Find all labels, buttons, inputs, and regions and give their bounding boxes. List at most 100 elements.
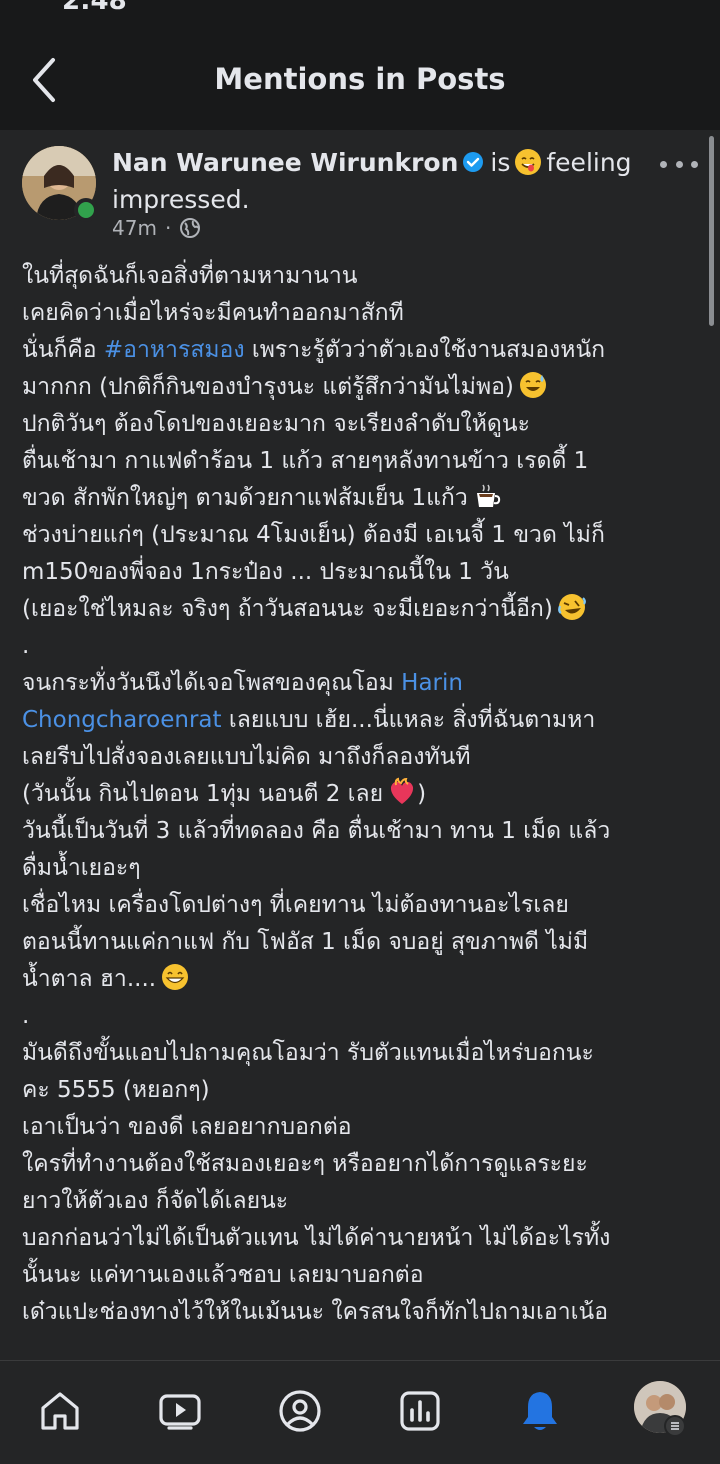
bottom-navigation xyxy=(0,1360,720,1464)
post-text: คะ 5555 (หยอกๆ) xyxy=(22,1077,210,1103)
menu-badge-icon xyxy=(664,1415,686,1437)
post-line: ตื่นเช้ามา กาแฟดำร้อน 1 แก้ว สายๆหลังทาน… xyxy=(22,443,692,480)
post-text: เลยแบบ เฮ้ย...นี่แหละ สิ่งที่ฉันตามหา xyxy=(221,707,596,733)
post-text: นั้นนะ แค่ทานเองแล้วชอบ เลยมาบอกต่อ xyxy=(22,1262,424,1288)
app-root: 2:48 Mentions in Posts Nan Warunee Wirun… xyxy=(0,0,720,1464)
post-line: Chongcharoenrat เลยแบบ เฮ้ย...นี่แหละ สิ… xyxy=(22,702,692,739)
post-card: Nan Warunee Wirunkron is feeling impressed… xyxy=(0,130,720,1360)
globe-icon xyxy=(180,218,201,238)
coffee-emoji-icon xyxy=(476,484,500,507)
heart-fire-emoji-icon xyxy=(391,777,414,804)
post-text: จนกระทั่งวันนึงได้เจอโพสของคุณโอม xyxy=(22,670,402,696)
post-line: ยาวให้ตัวเอง ก็จัดได้เลยนะ xyxy=(22,1183,692,1220)
post-line: เลยรีบไปสั่งจองเลยแบบไม่คิด มาถึงก็ลองทั… xyxy=(22,739,692,776)
post-line: ช่วงบ่ายแก่ๆ (ประมาณ 4โมงเย็น) ต้องมี เอ… xyxy=(22,517,692,554)
post-text: น้ำตาล ฮา.... xyxy=(22,966,157,992)
post-line: เชื่อไหม เครื่องโดปต่างๆ ที่เคยทาน ไม่ต้… xyxy=(22,887,692,924)
feeling-emoji-icon xyxy=(515,149,542,175)
post-line: น้ำตาล ฮา.... xyxy=(22,961,692,998)
post-text: ปกติวันๆ ต้องโดปของเยอะมาก จะเรียงลำดับใ… xyxy=(22,411,530,437)
post-text: เด๋วแปะช่องทางไว้ให้ในเม้นนะ ใครสนใจก็ทั… xyxy=(22,1299,609,1325)
post-line: นั้นนะ แค่ทานเองแล้วชอบ เลยมาบอกต่อ xyxy=(22,1257,692,1294)
post-text: มันดีถึงขั้นแอบไปถามคุณโอมว่า รับตัวแทนเ… xyxy=(22,1040,594,1066)
post-line: ดื่มน้ำเยอะๆ xyxy=(22,850,692,887)
post-text: นั่นก็คือ xyxy=(22,337,104,363)
hamburger-icon xyxy=(671,1422,679,1430)
feeling-text: feeling xyxy=(546,148,632,177)
nav-home[interactable] xyxy=(36,1387,84,1435)
post-text: เอาเป็นว่า ของดี เลยอยากบอกต่อ xyxy=(22,1114,352,1140)
hashtag-link[interactable]: #อาหารสมอง xyxy=(104,337,245,363)
more-options-button[interactable] xyxy=(660,154,698,174)
post-text: m150ของพี่จอง 1กระป๋อง ... ประมาณนี้ใน 1… xyxy=(22,559,509,585)
post-line: เอาเป็นว่า ของดี เลยอยากบอกต่อ xyxy=(22,1109,692,1146)
more-dot xyxy=(675,160,683,168)
post-text: (วันนั้น กินไปตอน 1ทุ่ม นอนตี 2 เลย xyxy=(22,781,384,807)
post-line: นั่นก็คือ #อาหารสมอง เพราะรู้ตัวว่าตัวเอ… xyxy=(22,332,692,369)
rofl-emoji-icon xyxy=(557,594,586,620)
top-header: Mentions in Posts xyxy=(0,12,720,130)
post-line: เคยคิดว่าเมื่อไหร่จะมีคนทำออกมาสักที xyxy=(22,295,692,332)
post-line: (เยอะใช่ไหมละ จริงๆ ถ้าวันสอนนะ จะมีเยอะ… xyxy=(22,591,692,628)
bell-icon xyxy=(523,1392,557,1430)
post-line: ในที่สุดฉันก็เจอสิ่งที่ตามหามานาน xyxy=(22,258,692,295)
post-meta: 47m · xyxy=(112,216,201,240)
nav-video[interactable] xyxy=(156,1387,204,1435)
post-text: เชื่อไหม เครื่องโดปต่างๆ ที่เคยทาน ไม่ต้… xyxy=(22,892,569,918)
post-text: ดื่มน้ำเยอะๆ xyxy=(22,855,141,881)
more-dot xyxy=(660,160,667,168)
post-text: เลยรีบไปสั่งจองเลยแบบไม่คิด มาถึงก็ลองทั… xyxy=(22,744,471,770)
verified-badge-icon xyxy=(463,152,484,172)
video-icon xyxy=(159,1394,201,1430)
post-body: ในที่สุดฉันก็เจอสิ่งที่ตามหามานานเคยคิดว… xyxy=(22,258,692,1331)
nav-profile[interactable] xyxy=(276,1387,324,1435)
post-text: เคยคิดว่าเมื่อไหร่จะมีคนทำออกมาสักที xyxy=(22,300,404,326)
profile-icon xyxy=(279,1390,321,1432)
more-dot xyxy=(691,160,698,168)
feeling-value: impressed. xyxy=(112,185,250,214)
feeling-prefix: is xyxy=(490,148,511,177)
post-text: วันนี้เป็นวันที่ 3 แล้วที่ทดลอง คือ ตื่น… xyxy=(22,818,611,844)
post-text: มากกก (ปกติก็กินของบำรุงนะ แต่รู้สึกว่าม… xyxy=(22,374,514,400)
post-text: . xyxy=(22,633,30,659)
post-line: เด๋วแปะช่องทางไว้ให้ในเม้นนะ ใครสนใจก็ทั… xyxy=(22,1294,692,1331)
post-line: จนกระทั่งวันนึงได้เจอโพสของคุณโอม Harin xyxy=(22,665,692,702)
post-text: ) xyxy=(417,781,427,807)
post-line: . xyxy=(22,998,692,1035)
post-line: บอกก่อนว่าไม่ได้เป็นตัวแทน ไม่ได้ค่านายห… xyxy=(22,1220,692,1257)
post-line: m150ของพี่จอง 1กระป๋อง ... ประมาณนี้ใน 1… xyxy=(22,554,692,591)
post-text: ใครที่ทำงานต้องใช้สมองเยอะๆ หรืออยากได้ก… xyxy=(22,1151,588,1177)
page-title: Mentions in Posts xyxy=(214,62,506,96)
post-time[interactable]: 47m xyxy=(112,216,157,240)
post-text: ขวด สักพักใหญ่ๆ ตามด้วยกาแฟส้มเย็น 1แก้ว xyxy=(22,485,468,511)
post-text: ตอนนี้ทานแค่กาแฟ กับ โฟอัส 1 เม็ด จบอยู่… xyxy=(22,929,589,955)
post-text: ในที่สุดฉันก็เจอสิ่งที่ตามหามานาน xyxy=(22,263,358,289)
home-icon xyxy=(41,1392,79,1430)
post-line: มากกก (ปกติก็กินของบำรุงนะ แต่รู้สึกว่าม… xyxy=(22,369,692,406)
post-line: คะ 5555 (หยอกๆ) xyxy=(22,1072,692,1109)
post-text: ช่วงบ่ายแก่ๆ (ประมาณ 4โมงเย็น) ต้องมี เอ… xyxy=(22,522,605,548)
post-text: ยาวให้ตัวเอง ก็จัดได้เลยนะ xyxy=(22,1188,289,1214)
post-text: บอกก่อนว่าไม่ได้เป็นตัวแทน ไม่ได้ค่านายห… xyxy=(22,1225,611,1251)
meta-separator: · xyxy=(164,216,172,240)
status-bar: 2:48 xyxy=(0,0,720,16)
post-line: วันนี้เป็นวันที่ 3 แล้วที่ทดลอง คือ ตื่น… xyxy=(22,813,692,850)
sweat-smile-emoji-icon xyxy=(519,372,546,398)
post-line: (วันนั้น กินไปตอน 1ทุ่ม นอนตี 2 เลย) xyxy=(22,776,692,813)
post-header-text: Nan Warunee Wirunkron is feeling impressed… xyxy=(112,144,652,218)
post-line: ปกติวันๆ ต้องโดปของเยอะมาก จะเรียงลำดับใ… xyxy=(22,406,692,443)
post-line: . xyxy=(22,628,692,665)
post-line: ขวด สักพักใหญ่ๆ ตามด้วยกาแฟส้มเย็น 1แก้ว xyxy=(22,480,692,517)
post-line: มันดีถึงขั้นแอบไปถามคุณโอมว่า รับตัวแทนเ… xyxy=(22,1035,692,1072)
post-text: เพราะรู้ตัวว่าตัวเองใช้งานสมองหนัก xyxy=(244,337,606,363)
grin-emoji-icon xyxy=(162,964,189,990)
scrollbar[interactable] xyxy=(709,136,714,326)
dashboard-icon xyxy=(400,1391,440,1431)
post-line: ใครที่ทำงานต้องใช้สมองเยอะๆ หรืออยากได้ก… xyxy=(22,1146,692,1183)
author-name[interactable]: Nan Warunee Wirunkron xyxy=(112,148,458,177)
nav-dashboard[interactable] xyxy=(396,1387,444,1435)
post-line: ตอนนี้ทานแค่กาแฟ กับ โฟอัส 1 เม็ด จบอยู่… xyxy=(22,924,692,961)
nav-notifications[interactable] xyxy=(516,1387,564,1435)
mention-link[interactable]: Chongcharoenrat xyxy=(22,707,222,733)
mention-link[interactable]: Harin xyxy=(401,670,463,696)
